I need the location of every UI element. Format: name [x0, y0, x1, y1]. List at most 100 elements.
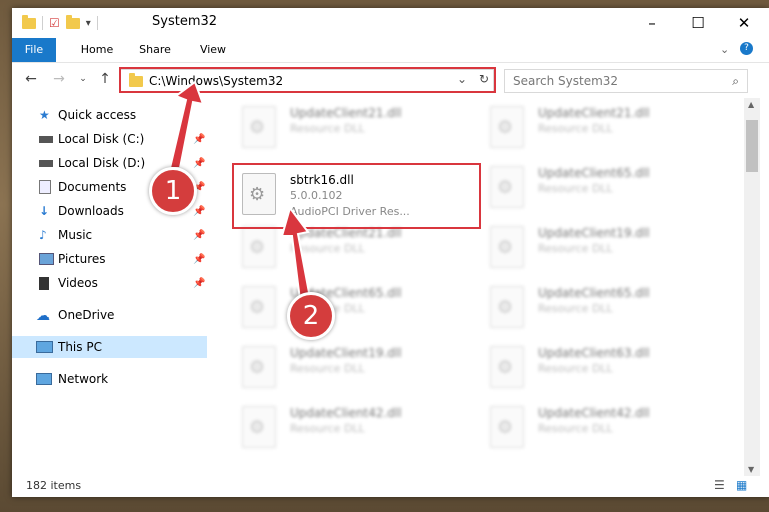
- chevron-down-icon[interactable]: ⌄: [720, 43, 729, 56]
- sidebar-item-label: Music: [58, 228, 93, 242]
- up-button[interactable]: ↑: [96, 70, 114, 88]
- explorer-window: ☑ ▾ System32 – ☐ ✕ File Home Share View …: [12, 8, 769, 497]
- dll-file-icon: [490, 166, 524, 208]
- file-type: Resource DLL: [290, 242, 365, 255]
- sidebar-item-label: Local Disk (D:): [58, 156, 146, 170]
- status-bar: 182 items ☰ ▦: [12, 476, 769, 497]
- file-type: Resource DLL: [538, 122, 613, 135]
- sidebar-item-local-disk-c[interactable]: Local Disk (C:) 📌: [12, 128, 207, 150]
- sidebar-item-this-pc[interactable]: This PC: [12, 336, 207, 358]
- help-icon[interactable]: ?: [740, 42, 753, 55]
- address-dropdown-icon[interactable]: ⌄: [457, 72, 467, 86]
- step-1-badge: 1: [149, 167, 197, 215]
- dll-file-icon: [242, 226, 276, 268]
- step-2-badge: 2: [287, 292, 335, 340]
- quick-access-toolbar: ☑ ▾: [22, 14, 98, 32]
- sidebar-item-label: Videos: [58, 276, 98, 290]
- cloud-icon: ☁: [36, 308, 50, 324]
- file-item[interactable]: UpdateClient65.dll Resource DLL: [478, 278, 718, 334]
- item-count: 182 items: [26, 479, 82, 492]
- tab-file[interactable]: File: [12, 38, 56, 62]
- dll-file-icon: [490, 406, 524, 448]
- file-name: UpdateClient42.dll: [538, 406, 650, 420]
- scroll-down-icon[interactable]: ▼: [748, 465, 754, 474]
- file-type: Resource DLL: [290, 122, 365, 135]
- divider: [96, 16, 98, 30]
- vertical-scrollbar[interactable]: ▲ ▼: [744, 98, 760, 476]
- pin-icon[interactable]: 📌: [193, 206, 205, 217]
- forward-button[interactable]: →: [50, 70, 68, 88]
- music-icon: ♪: [39, 228, 47, 242]
- file-type: Resource DLL: [538, 242, 613, 255]
- minimize-button[interactable]: –: [629, 8, 675, 38]
- sidebar-item-label: Downloads: [58, 204, 124, 218]
- file-item[interactable]: UpdateClient42.dll Resource DLL: [478, 398, 718, 454]
- maximize-button[interactable]: ☐: [675, 8, 721, 38]
- file-item[interactable]: UpdateClient19.dll Resource DLL: [478, 218, 718, 274]
- recent-locations-button[interactable]: ⌄: [74, 70, 92, 88]
- large-icons-view-icon[interactable]: ▦: [736, 478, 747, 492]
- file-name: UpdateClient63.dll: [538, 346, 650, 360]
- title-bar: ☑ ▾ System32 – ☐ ✕: [12, 8, 769, 38]
- pin-icon[interactable]: 📌: [193, 158, 205, 169]
- folder-icon: [22, 14, 36, 29]
- file-name: UpdateClient65.dll: [538, 286, 650, 300]
- file-item[interactable]: UpdateClient65.dll Resource DLL: [478, 158, 718, 214]
- pin-icon[interactable]: 📌: [193, 278, 205, 289]
- file-type: Resource DLL: [538, 362, 613, 375]
- window-title: System32: [152, 14, 218, 29]
- ribbon: File Home Share View ⌄ ?: [12, 38, 769, 63]
- pictures-icon: [39, 253, 54, 265]
- dll-file-icon: [242, 406, 276, 448]
- tab-view[interactable]: View: [188, 38, 238, 62]
- file-item[interactable]: UpdateClient42.dll Resource DLL: [230, 398, 470, 454]
- address-bar[interactable]: C:\Windows\System32 ⌄ ↻: [120, 69, 494, 93]
- sidebar-item-music[interactable]: ♪ Music 📌: [12, 224, 207, 246]
- network-icon: [36, 373, 52, 385]
- scroll-up-icon[interactable]: ▲: [748, 100, 754, 109]
- close-button[interactable]: ✕: [721, 8, 767, 38]
- dll-file-icon: [490, 286, 524, 328]
- file-item[interactable]: UpdateClient65.dll Resource DLL: [230, 278, 470, 334]
- drive-icon: [39, 160, 53, 167]
- file-type: Resource DLL: [538, 182, 613, 195]
- pin-icon[interactable]: 📌: [193, 230, 205, 241]
- file-type: Resource DLL: [290, 422, 365, 435]
- refresh-icon[interactable]: ↻: [479, 72, 489, 86]
- pin-icon[interactable]: 📌: [193, 254, 205, 265]
- customize-toolbar-icon[interactable]: ▾: [86, 18, 91, 29]
- sidebar-item-quick-access[interactable]: ★ Quick access: [12, 104, 207, 126]
- dll-file-icon: [242, 286, 276, 328]
- pin-icon[interactable]: 📌: [193, 134, 205, 145]
- tab-share[interactable]: Share: [130, 38, 180, 62]
- file-name: UpdateClient65.dll: [538, 166, 650, 180]
- sidebar-item-label: Quick access: [58, 108, 137, 122]
- file-item[interactable]: UpdateClient19.dll Resource DLL: [230, 338, 470, 394]
- sidebar-item-onedrive[interactable]: ☁ OneDrive: [12, 304, 207, 326]
- search-icon: ⌕: [732, 73, 739, 88]
- file-item[interactable]: UpdateClient21.dll Resource DLL: [230, 98, 470, 154]
- back-button[interactable]: ←: [22, 70, 40, 88]
- documents-icon: [39, 180, 51, 194]
- search-input[interactable]: Search System32 ⌕: [504, 69, 748, 93]
- file-name: UpdateClient19.dll: [538, 226, 650, 240]
- navigation-pane: ★ Quick access Local Disk (C:) 📌 Local D…: [12, 98, 207, 478]
- sidebar-item-videos[interactable]: Videos 📌: [12, 272, 207, 294]
- sidebar-item-label: This PC: [58, 340, 102, 354]
- file-item[interactable]: UpdateClient63.dll Resource DLL: [478, 338, 718, 394]
- details-view-icon[interactable]: ☰: [714, 478, 725, 492]
- scrollbar-thumb[interactable]: [746, 120, 758, 172]
- file-type: Resource DLL: [290, 362, 365, 375]
- file-list: UpdateClient21.dll Resource DLL sbtrk16.…: [220, 98, 744, 476]
- divider: [42, 16, 43, 30]
- drive-icon: [39, 136, 53, 143]
- dll-file-icon: [490, 106, 524, 148]
- new-folder-icon[interactable]: [65, 14, 80, 29]
- search-placeholder: Search System32: [513, 74, 619, 88]
- file-item[interactable]: UpdateClient21.dll Resource DLL: [478, 98, 718, 154]
- sidebar-item-pictures[interactable]: Pictures 📌: [12, 248, 207, 270]
- sidebar-item-network[interactable]: Network: [12, 368, 207, 390]
- tab-home[interactable]: Home: [72, 38, 122, 62]
- file-name: UpdateClient42.dll: [290, 406, 402, 420]
- properties-icon[interactable]: ☑: [49, 16, 60, 30]
